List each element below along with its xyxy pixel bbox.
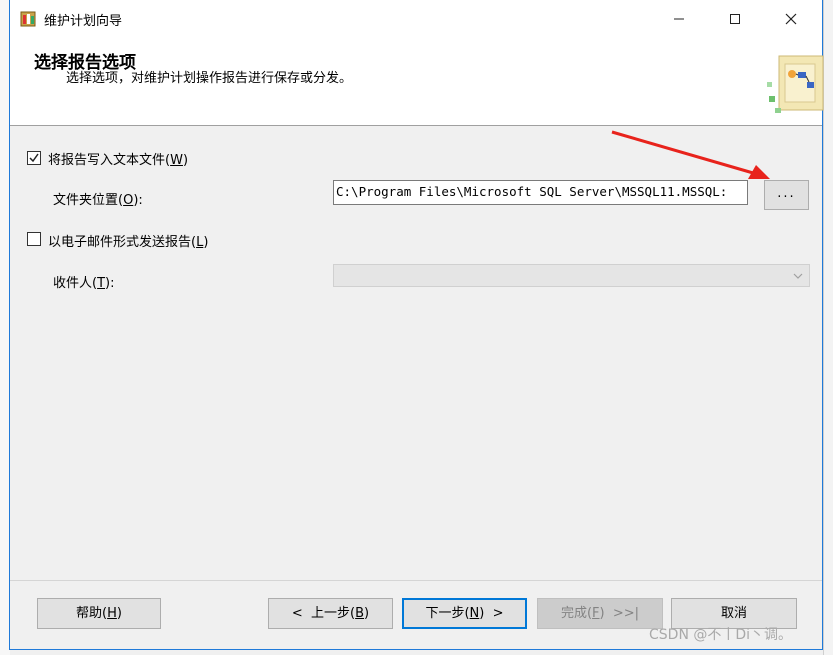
write-to-file-checkbox[interactable] — [27, 151, 41, 165]
watermark-text: CSDN @不丨Di丶调。 — [649, 627, 793, 643]
email-report-checkbox[interactable] — [27, 232, 41, 246]
recipient-select[interactable] — [333, 264, 810, 287]
app-icon — [20, 10, 38, 28]
finish-button[interactable]: 完成(F) >>| — [537, 598, 663, 629]
write-to-file-label[interactable]: 将报告写入文本文件(W) — [48, 149, 188, 168]
minimize-button[interactable] — [656, 0, 702, 38]
wizard-graphic-icon — [765, 52, 825, 116]
chevron-down-icon — [793, 270, 803, 285]
help-button[interactable]: 帮助(H) — [37, 598, 161, 629]
wizard-header: 选择报告选项 选择选项，对维护计划操作报告进行保存或分发。 — [10, 38, 825, 126]
wizard-window: 维护计划向导 选择报告选项 选择选项，对维护计划操作报告进行保存或分发。 将报告… — [9, 0, 825, 650]
back-button[interactable]: < 上一步(B) — [268, 598, 393, 629]
folder-location-input[interactable]: C:\Program Files\Microsoft SQL Server\MS… — [333, 180, 748, 205]
recipient-label: 收件人(T): — [53, 276, 115, 291]
folder-location-label: 文件夹位置(O): — [53, 193, 143, 208]
browse-button[interactable]: ... — [764, 180, 809, 210]
window-title: 维护计划向导 — [44, 14, 123, 29]
next-button[interactable]: 下一步(N) > — [402, 598, 527, 629]
page-subtitle: 选择选项，对维护计划操作报告进行保存或分发。 — [66, 71, 353, 86]
options-panel: 将报告写入文本文件(W) 文件夹位置(O): C:\Program Files\… — [10, 127, 822, 580]
footer-divider — [10, 580, 822, 581]
title-bar: 维护计划向导 — [10, 0, 822, 38]
close-button[interactable] — [768, 0, 814, 38]
maximize-button[interactable] — [712, 0, 758, 38]
annotation-arrow-icon — [611, 130, 770, 179]
email-report-label[interactable]: 以电子邮件形式发送报告(L) — [48, 231, 208, 250]
